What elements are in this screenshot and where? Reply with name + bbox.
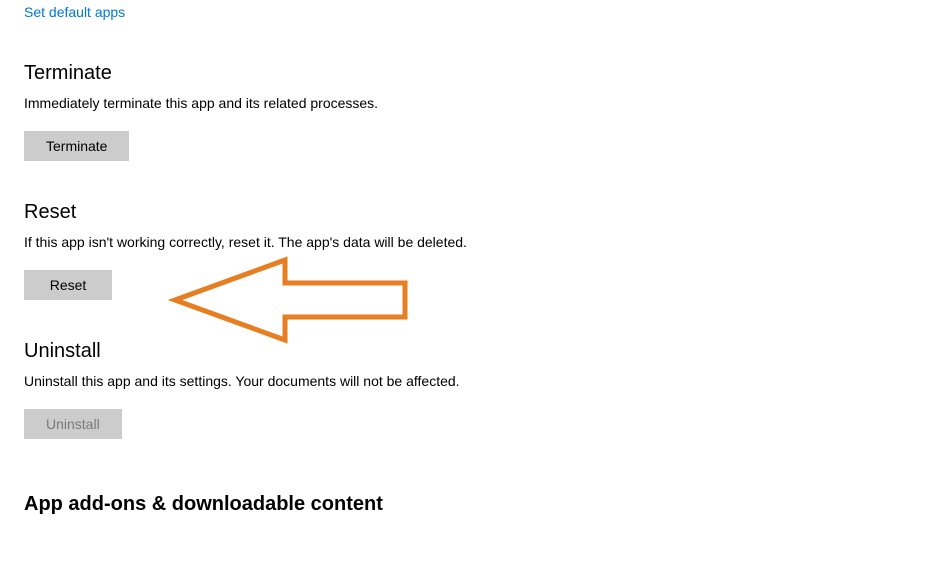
- addons-title: App add-ons & downloadable content: [24, 493, 950, 516]
- terminate-button[interactable]: Terminate: [24, 131, 129, 161]
- set-default-apps-link[interactable]: Set default apps: [24, 4, 125, 20]
- reset-title: Reset: [24, 201, 950, 224]
- terminate-section: Terminate Immediately terminate this app…: [24, 62, 950, 161]
- uninstall-title: Uninstall: [24, 340, 950, 363]
- reset-description: If this app isn't working correctly, res…: [24, 234, 950, 250]
- terminate-description: Immediately terminate this app and its r…: [24, 95, 950, 111]
- reset-button[interactable]: Reset: [24, 270, 112, 300]
- uninstall-section: Uninstall Uninstall this app and its set…: [24, 340, 950, 439]
- uninstall-button[interactable]: Uninstall: [24, 409, 122, 439]
- uninstall-description: Uninstall this app and its settings. You…: [24, 373, 950, 389]
- reset-section: Reset If this app isn't working correctl…: [24, 201, 950, 300]
- terminate-title: Terminate: [24, 62, 950, 85]
